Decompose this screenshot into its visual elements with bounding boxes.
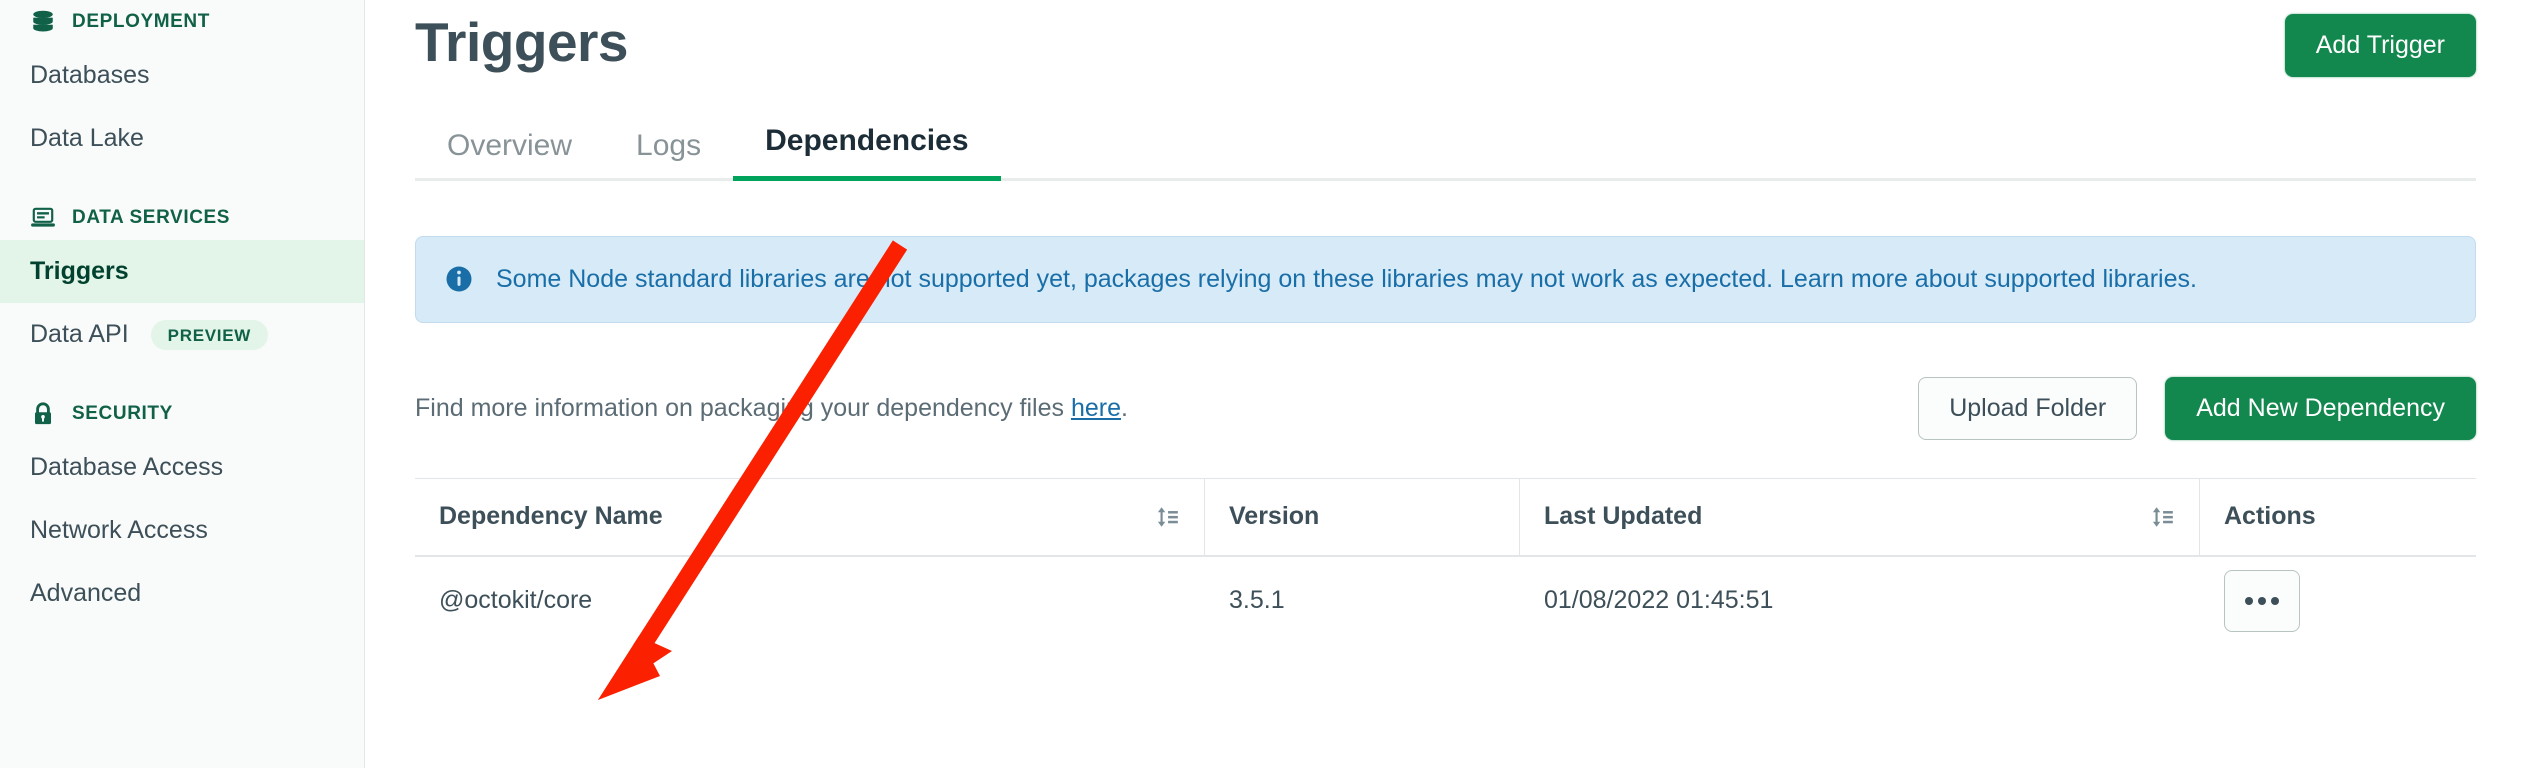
sidebar-item-database-access[interactable]: Database Access [0,436,364,499]
add-new-dependency-button[interactable]: Add New Dependency [2165,376,2476,440]
database-icon [33,10,53,32]
sidebar-section-label: DATA SERVICES [72,207,231,228]
sidebar-section-data-services: DATA SERVICES [0,196,364,240]
sidebar-item-label: Databases [30,61,150,89]
tab-bar: Overview Logs Dependencies [415,124,2476,181]
column-header-label: Version [1229,502,1320,530]
sort-icon[interactable] [2149,504,2175,530]
cell-version: 3.5.1 [1205,557,1520,645]
sidebar-item-data-lake[interactable]: Data Lake [0,107,364,170]
dependency-buttons: Upload Folder Add New Dependency [1918,376,2476,440]
sidebar: DEPLOYMENT Databases Data Lake DATA SERV… [0,0,365,768]
version-value: 3.5.1 [1229,586,1285,614]
info-banner: Some Node standard libraries are not sup… [415,236,2476,323]
sort-icon[interactable] [1154,504,1180,530]
laptop-icon [31,207,55,227]
sidebar-item-label: Data API [30,320,129,348]
table-row[interactable]: @octokit/core 3.5.1 01/08/2022 01:45:51 [415,557,2476,645]
column-header-actions: Actions [2200,479,2476,555]
sidebar-item-data-api[interactable]: Data API PREVIEW [0,303,364,366]
sidebar-section-label: DEPLOYMENT [72,11,210,32]
last-updated-value: 01/08/2022 01:45:51 [1544,586,1774,614]
column-header-version: Version [1205,478,1520,555]
sidebar-item-label: Database Access [30,453,224,481]
sidebar-section-security: SECURITY [0,392,364,436]
column-header-label: Last Updated [1544,502,1703,530]
column-header-label: Dependency Name [439,502,663,530]
dependency-name-value: @octokit/core [439,586,593,614]
info-banner-text: Some Node standard libraries are not sup… [496,265,2197,293]
sidebar-item-databases[interactable]: Databases [0,44,364,107]
kebab-dot [2258,596,2266,605]
info-icon [446,266,472,292]
packaging-hint-prefix: Find more information on packaging your … [415,393,1071,422]
sidebar-item-advanced[interactable]: Advanced [0,562,364,625]
sidebar-item-label: Network Access [30,516,208,544]
cell-dependency-name: @octokit/core [415,557,1205,645]
sidebar-item-label: Triggers [30,257,129,285]
sidebar-item-network-access[interactable]: Network Access [0,499,364,562]
dependencies-table: Dependency Name Version Last Updated Act… [415,477,2476,645]
packaging-hint: Find more information on packaging your … [415,394,1128,423]
dependency-actions-row: Find more information on packaging your … [415,376,2476,440]
tab-logs[interactable]: Logs [604,129,733,181]
add-trigger-button[interactable]: Add Trigger [2284,14,2476,77]
kebab-menu-icon[interactable] [2224,569,2300,632]
cell-actions [2200,557,2476,645]
column-header-label: Actions [2224,502,2316,530]
preview-badge: PREVIEW [150,319,268,350]
packaging-hint-link[interactable]: here [1071,394,1121,422]
sidebar-item-label: Advanced [30,579,142,607]
tab-overview[interactable]: Overview [415,129,604,181]
sidebar-item-triggers[interactable]: Triggers [0,240,364,303]
table-header-row: Dependency Name Version Last Updated Act… [415,478,2476,557]
upload-folder-button[interactable]: Upload Folder [1918,376,2138,440]
packaging-hint-suffix: . [1120,393,1128,422]
sidebar-section-deployment: DEPLOYMENT [0,0,364,44]
column-header-dependency-name[interactable]: Dependency Name [415,478,1205,555]
sidebar-section-label: SECURITY [72,403,173,424]
sidebar-item-label: Data Lake [30,124,144,152]
page-title: Triggers [415,11,629,73]
app-root: DEPLOYMENT Databases Data Lake DATA SERV… [0,0,2536,768]
column-header-last-updated[interactable]: Last Updated [1520,478,2200,555]
kebab-dot [2245,596,2253,605]
tab-dependencies[interactable]: Dependencies [733,124,1001,181]
kebab-dot [2271,596,2279,605]
page-header: Triggers Add Trigger [365,0,2536,77]
main-content: Triggers Add Trigger Overview Logs Depen… [365,0,2536,768]
lock-icon [34,402,52,425]
cell-last-updated: 01/08/2022 01:45:51 [1520,557,2200,645]
